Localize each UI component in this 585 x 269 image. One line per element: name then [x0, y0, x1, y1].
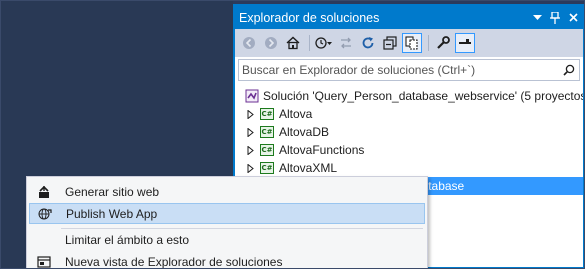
menu-item-label: Limitar el ámbito a esto: [65, 232, 190, 247]
properties-icon[interactable]: [433, 33, 453, 53]
close-icon[interactable]: [565, 10, 581, 26]
solution-label: Solución 'Query_Person_database_webservi…: [263, 89, 583, 103]
menu-item-label: Generar sitio web: [65, 184, 160, 199]
search-box: [238, 59, 580, 81]
dropdown-arrow-icon[interactable]: [529, 10, 545, 26]
project-label: AltovaFunctions: [279, 143, 365, 157]
search-input[interactable]: [239, 60, 559, 80]
refresh-icon[interactable]: [358, 33, 378, 53]
expand-arrow-icon[interactable]: [241, 127, 259, 137]
panel-titlebar[interactable]: Explorador de soluciones: [235, 6, 583, 29]
solution-icon: [245, 89, 259, 103]
publish-globe-icon: [32, 207, 58, 221]
menu-item-new-explorer-view[interactable]: Nueva vista de Explorador de soluciones: [29, 251, 425, 269]
project-label: AltovaXML: [279, 161, 338, 175]
back-icon[interactable]: [239, 33, 259, 53]
menu-item-label: Publish Web App: [66, 206, 158, 221]
csharp-project-icon: C#: [259, 143, 275, 157]
expand-arrow-icon[interactable]: [241, 109, 259, 119]
new-view-icon: [31, 255, 57, 269]
sync-icon[interactable]: [336, 33, 356, 53]
panel-title: Explorador de soluciones: [239, 10, 380, 25]
context-menu: Generar sitio web Publish Web App Limita…: [26, 176, 428, 269]
tree-project-row[interactable]: C# AltovaDB: [235, 123, 583, 141]
forward-icon[interactable]: [261, 33, 281, 53]
csharp-project-icon: C#: [259, 161, 275, 175]
show-all-files-icon[interactable]: [402, 32, 422, 53]
menu-item-publish-web-app[interactable]: Publish Web App: [29, 203, 425, 224]
toolbar-separator: [428, 34, 429, 51]
menu-item-scope-to-this[interactable]: Limitar el ámbito a esto: [29, 229, 425, 250]
csharp-project-icon: C#: [259, 107, 275, 121]
tree-project-row[interactable]: C# Altova: [235, 105, 583, 123]
panel-toolbar: [235, 29, 583, 57]
build-icon: [31, 185, 57, 199]
search-dropdown-icon[interactable]: [559, 64, 579, 76]
toolbar-separator: [309, 34, 310, 51]
project-label: AltovaDB: [279, 125, 330, 139]
csharp-project-icon: C#: [259, 125, 275, 139]
pin-icon[interactable]: [547, 10, 563, 26]
tree-project-row[interactable]: C# AltovaFunctions: [235, 141, 583, 159]
expand-arrow-icon[interactable]: [241, 145, 259, 155]
menu-item-label: Nueva vista de Explorador de soluciones: [65, 254, 283, 269]
home-icon[interactable]: [283, 33, 303, 53]
preview-icon[interactable]: [455, 32, 475, 53]
menu-item-build-website[interactable]: Generar sitio web: [29, 181, 425, 202]
collapse-all-icon[interactable]: [380, 33, 400, 53]
project-label: Altova: [279, 107, 313, 121]
pending-changes-icon[interactable]: [314, 33, 334, 53]
solution-node[interactable]: Solución 'Query_Person_database_webservi…: [235, 87, 583, 105]
tree-project-row[interactable]: C# AltovaXML: [235, 159, 583, 177]
expand-arrow-icon[interactable]: [241, 163, 259, 173]
